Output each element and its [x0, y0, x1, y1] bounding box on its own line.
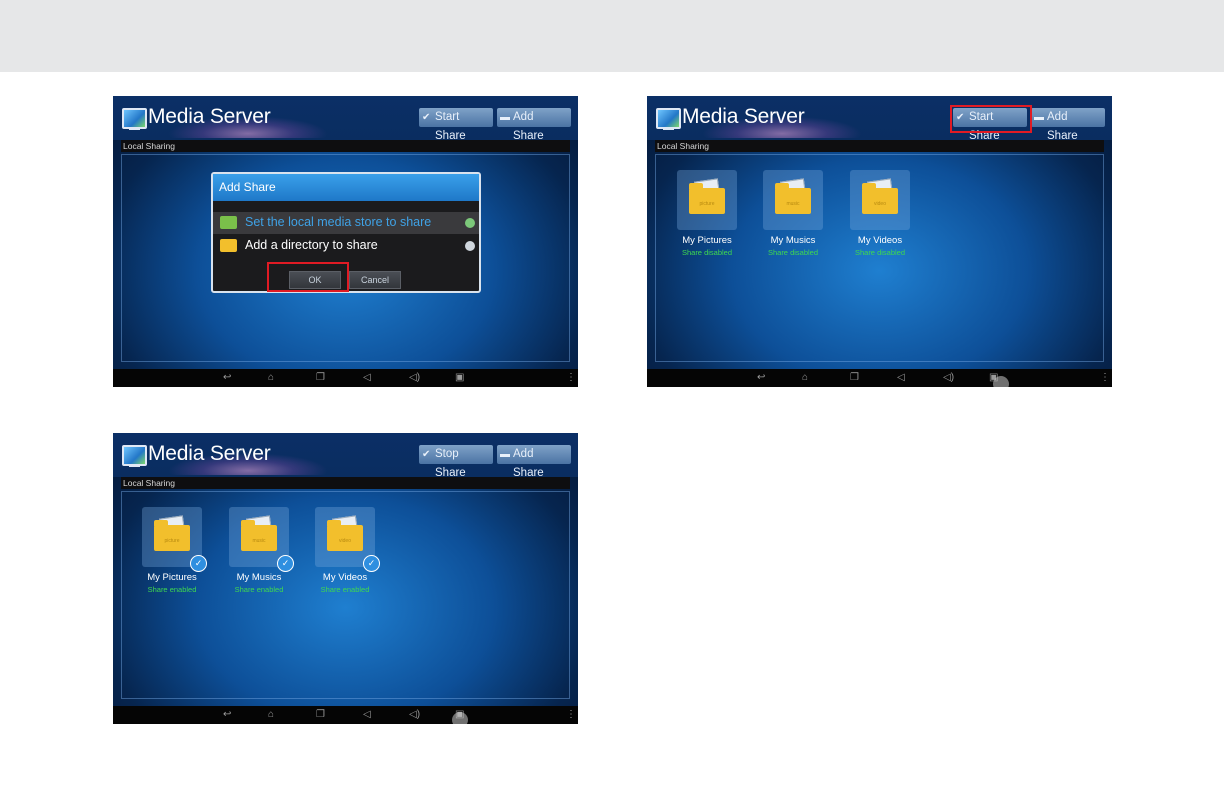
volume-down-icon[interactable]: ◁ [363, 371, 371, 385]
volume-up-icon[interactable]: ◁) [409, 708, 420, 722]
screenshot-icon[interactable]: ▣ [455, 371, 464, 385]
back-icon[interactable]: ↩ [757, 371, 765, 385]
cancel-button[interactable]: Cancel [349, 271, 401, 289]
share-check-icon: ✔ [956, 112, 965, 123]
share-check-icon: ✔ [422, 112, 431, 123]
add-share-button[interactable]: ▬ Add Share [1031, 108, 1105, 142]
touch-indicator [452, 712, 468, 724]
shared-badge-icon: ✓ [190, 555, 207, 572]
dialog-title: Add Share [219, 180, 276, 194]
radio-selected-icon[interactable] [465, 218, 475, 228]
menu-icon[interactable]: ⋮ [566, 371, 576, 385]
home-icon[interactable]: ⌂ [268, 708, 274, 722]
volume-up-icon[interactable]: ◁) [943, 371, 954, 385]
add-share-dialog: Add Share Set the local media store to s… [211, 172, 481, 293]
folder-name: My Musics [236, 572, 282, 583]
folder-icon: picture [689, 183, 725, 214]
folder-tile-pictures[interactable]: picture [677, 170, 737, 230]
folder-tile-pictures[interactable]: picture ✓ [142, 507, 207, 572]
folder-name: My Pictures [147, 572, 197, 583]
section-bar: Local Sharing [121, 140, 570, 152]
volume-down-icon[interactable]: ◁ [897, 371, 905, 385]
folder-tile-videos[interactable]: video [850, 170, 910, 230]
folder-icon: ▬ [500, 112, 510, 123]
add-share-button[interactable]: ▬ Add Share [497, 108, 571, 142]
folder-icon: video [327, 520, 363, 551]
folder-name: My Pictures [682, 235, 732, 246]
monitor-icon [122, 108, 147, 130]
folder-icon: music [241, 520, 277, 551]
stop-share-button[interactable]: ✔ Stop Share [419, 445, 493, 479]
monitor-icon [656, 108, 681, 130]
option-local-media-store[interactable]: Set the local media store to share [213, 212, 479, 234]
folder-icon: music [775, 183, 811, 214]
recent-apps-icon[interactable]: ❐ [850, 371, 859, 385]
folder-icon: video [862, 183, 898, 214]
start-share-button[interactable]: ✔ Start Share [953, 108, 1027, 142]
app-title: Media Server [148, 105, 271, 128]
dialog-header: Add Share [213, 174, 479, 201]
page-top-band [0, 0, 1224, 72]
home-icon[interactable]: ⌂ [802, 371, 808, 385]
option-add-directory[interactable]: Add a directory to share [213, 235, 479, 257]
volume-up-icon[interactable]: ◁) [409, 371, 420, 385]
app-title: Media Server [682, 105, 805, 128]
shared-badge-icon: ✓ [363, 555, 380, 572]
folder-icon [220, 239, 237, 252]
android-nav-bar: ↩ ⌂ ❐ ◁ ◁) ▣ ⋮ [647, 369, 1112, 387]
folder-icon: picture [154, 520, 190, 551]
app-header: Media Server ✔ Stop Share ▬ Add Share [113, 433, 578, 479]
folder-tile-videos[interactable]: video ✓ [315, 507, 380, 572]
add-share-button[interactable]: ▬ Add Share [497, 445, 571, 479]
folder-tile-musics[interactable]: music [763, 170, 823, 230]
folder-name: My Videos [322, 572, 368, 583]
folder-name: My Musics [770, 235, 816, 246]
screenshot-share-disabled: Media Server ✔ Start Share ▬ Add Share L… [647, 96, 1112, 387]
screenshot-share-enabled: Media Server ✔ Stop Share ▬ Add Share Lo… [113, 433, 578, 724]
home-icon[interactable]: ⌂ [268, 371, 274, 385]
folder-icon: ▬ [1034, 112, 1044, 123]
folder-name: My Videos [857, 235, 903, 246]
app-header: Media Server ✔ Start Share ▬ Add Share [113, 96, 578, 142]
share-status: Share enabled [320, 585, 370, 594]
ok-button[interactable]: OK [289, 271, 341, 289]
android-nav-bar: ↩ ⌂ ❐ ◁ ◁) ▣ ⋮ [113, 369, 578, 387]
folder-icon: ▬ [500, 449, 510, 460]
section-bar: Local Sharing [121, 477, 570, 489]
menu-icon[interactable]: ⋮ [566, 708, 576, 722]
touch-indicator [993, 376, 1009, 387]
back-icon[interactable]: ↩ [223, 371, 231, 385]
menu-icon[interactable]: ⋮ [1100, 371, 1110, 385]
media-folder-icon [220, 216, 237, 229]
section-bar: Local Sharing [655, 140, 1104, 152]
share-check-icon: ✔ [422, 449, 431, 460]
folder-tile-musics[interactable]: music ✓ [229, 507, 294, 572]
shared-badge-icon: ✓ [277, 555, 294, 572]
share-status: Share disabled [767, 248, 819, 257]
share-status: Share enabled [234, 585, 284, 594]
back-icon[interactable]: ↩ [223, 708, 231, 722]
radio-unselected-icon[interactable] [465, 241, 475, 251]
app-title: Media Server [148, 442, 271, 465]
recent-apps-icon[interactable]: ❐ [316, 708, 325, 722]
start-share-button[interactable]: ✔ Start Share [419, 108, 493, 142]
monitor-icon [122, 445, 147, 467]
app-header: Media Server ✔ Start Share ▬ Add Share [647, 96, 1112, 142]
screenshot-add-share-dialog: Media Server ✔ Start Share ▬ Add Share L… [113, 96, 578, 387]
volume-down-icon[interactable]: ◁ [363, 708, 371, 722]
share-status: Share enabled [147, 585, 197, 594]
android-nav-bar: ↩ ⌂ ❐ ◁ ◁) ▣ ⋮ [113, 706, 578, 724]
share-status: Share disabled [854, 248, 906, 257]
recent-apps-icon[interactable]: ❐ [316, 371, 325, 385]
share-status: Share disabled [681, 248, 733, 257]
